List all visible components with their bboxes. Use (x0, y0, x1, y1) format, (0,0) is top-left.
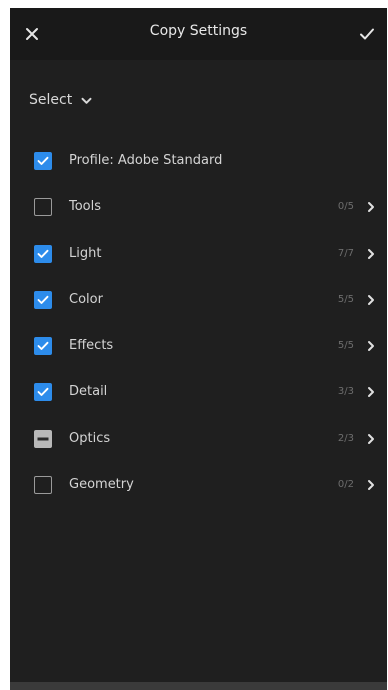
checkbox-check-icon (37, 295, 49, 304)
chevron-right-icon[interactable] (366, 385, 376, 399)
chevron-down-icon (81, 97, 92, 104)
settings-row-count: 7/7 (337, 247, 354, 259)
settings-row-count: 0/2 (337, 479, 354, 491)
settings-row-label: Tools (69, 199, 102, 215)
confirm-button[interactable] (353, 20, 381, 48)
page-title: Copy Settings (149, 23, 248, 39)
settings-row-optics[interactable]: Optics 2/3 (10, 416, 387, 462)
checkbox-profile-adobe-standard[interactable] (34, 152, 52, 170)
checkbox-color[interactable] (34, 290, 52, 309)
select-dropdown[interactable]: Select (29, 89, 92, 111)
chevron-right-icon[interactable] (366, 247, 376, 261)
chevron-right-icon[interactable] (366, 293, 376, 307)
copy-settings-screen: Copy Settings Select Profile: Adobe Stan… (10, 8, 387, 690)
settings-row-color[interactable]: Color 5/5 (10, 277, 387, 323)
settings-list: Profile: Adobe Standard Tools 0/5 Light 7/7 C… (10, 138, 387, 508)
checkbox-check-icon (37, 156, 49, 165)
settings-row-label: Light (69, 245, 102, 261)
settings-row-label: Profile: Adobe Standard (69, 153, 223, 168)
bottom-bar (10, 682, 387, 690)
checkbox-tools[interactable] (34, 198, 52, 217)
settings-row-count: 2/3 (337, 432, 354, 444)
checkbox-effects[interactable] (34, 337, 52, 356)
settings-row-label: Geometry (69, 477, 134, 493)
settings-row-profile-adobe-standard[interactable]: Profile: Adobe Standard (10, 138, 387, 184)
checkbox-check-icon (37, 342, 49, 351)
select-label: Select (29, 92, 73, 108)
settings-row-label: Detail (69, 384, 108, 400)
checkbox-detail[interactable] (34, 383, 52, 402)
settings-row-count: 3/3 (337, 386, 354, 398)
settings-row-light[interactable]: Light 7/7 (10, 231, 387, 277)
checkmark-icon (360, 28, 374, 40)
chevron-right-icon[interactable] (366, 200, 376, 214)
checkbox-check-icon (37, 249, 49, 258)
checkbox-light[interactable] (34, 244, 52, 263)
settings-row-count: 5/5 (337, 340, 354, 352)
settings-row-label: Optics (69, 430, 111, 446)
settings-row-count: 0/5 (337, 201, 354, 213)
settings-row-label: Color (69, 291, 103, 307)
checkbox-geometry[interactable] (34, 476, 52, 495)
settings-row-tools[interactable]: Tools 0/5 (10, 184, 387, 230)
checkbox-check-icon (37, 388, 49, 397)
settings-row-detail[interactable]: Detail 3/3 (10, 369, 387, 415)
settings-row-count: 5/5 (337, 293, 354, 305)
header-bar: Copy Settings (10, 8, 387, 60)
settings-row-effects[interactable]: Effects 5/5 (10, 323, 387, 369)
chevron-right-icon[interactable] (366, 432, 376, 446)
chevron-right-icon[interactable] (366, 478, 376, 492)
checkbox-dash-icon (37, 437, 49, 441)
settings-row-geometry[interactable]: Geometry 0/2 (10, 462, 387, 508)
chevron-right-icon[interactable] (366, 339, 376, 353)
settings-row-label: Effects (69, 338, 114, 354)
checkbox-optics[interactable] (34, 429, 52, 448)
